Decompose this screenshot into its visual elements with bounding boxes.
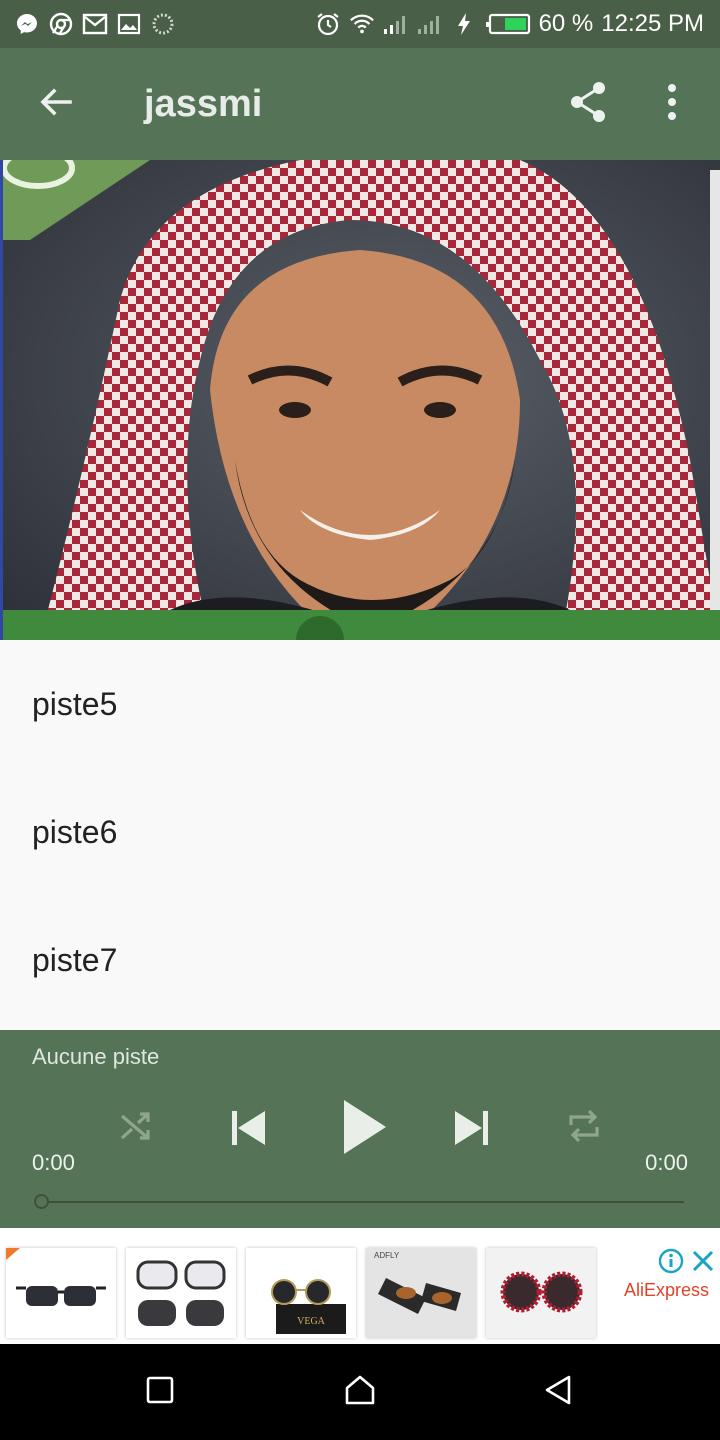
track-list: piste5 piste6 piste7	[0, 640, 720, 1030]
ad-product-image[interactable]	[486, 1248, 596, 1338]
next-icon	[452, 1108, 492, 1153]
list-item[interactable]: piste7	[0, 896, 720, 1024]
back-button[interactable]	[28, 76, 84, 132]
repeat-icon	[565, 1107, 603, 1150]
track-title: piste6	[32, 813, 118, 850]
ad-thumb-label: ADFLY	[374, 1251, 400, 1260]
ad-banner[interactable]: VEGA ADFLY AliExpress	[0, 1228, 720, 1344]
signal-icon-2	[417, 11, 443, 37]
shuffle-button[interactable]	[112, 1104, 160, 1152]
chrome-icon	[48, 11, 74, 37]
messenger-icon	[14, 11, 40, 37]
recents-icon	[145, 1375, 175, 1410]
loading-icon	[150, 11, 176, 37]
charging-icon	[451, 11, 477, 37]
recents-button[interactable]	[136, 1368, 184, 1416]
app-toolbar: jassmi	[0, 48, 720, 160]
previous-button[interactable]	[222, 1104, 274, 1156]
more-vert-icon	[666, 82, 678, 127]
ad-thumb-label: VEGA	[297, 1316, 326, 1327]
ad-product-image[interactable]	[6, 1248, 116, 1338]
home-button[interactable]	[336, 1368, 384, 1416]
status-time: 12:25 PM	[601, 10, 704, 37]
track-title: piste5	[32, 685, 118, 722]
list-item[interactable]: piste6	[0, 768, 720, 896]
battery-percent: 60 %	[538, 10, 594, 37]
ad-close-icon[interactable]	[690, 1248, 716, 1274]
alarm-icon	[315, 11, 341, 37]
shuffle-icon	[118, 1108, 154, 1149]
battery-icon	[485, 11, 531, 37]
now-playing-label: Aucune piste	[32, 1044, 160, 1069]
current-time: 0:00	[32, 1150, 75, 1175]
total-time: 0:00	[645, 1150, 688, 1175]
home-icon	[344, 1374, 376, 1411]
ad-product-image[interactable]: ADFLY	[366, 1248, 476, 1338]
image-icon	[116, 11, 142, 37]
share-icon	[568, 80, 608, 129]
nav-back-button[interactable]	[534, 1368, 582, 1416]
play-icon	[340, 1098, 388, 1161]
more-options-button[interactable]	[644, 76, 700, 132]
ad-product-image[interactable]: VEGA	[246, 1248, 356, 1338]
seek-track	[48, 1201, 684, 1203]
ad-brand-label[interactable]: AliExpress	[624, 1280, 709, 1301]
status-bar: 60 % 12:25 PM	[0, 0, 720, 48]
repeat-button[interactable]	[560, 1104, 608, 1152]
previous-icon	[228, 1108, 268, 1153]
wifi-icon	[349, 11, 375, 37]
ad-product-image[interactable]	[126, 1248, 236, 1338]
arrow-back-icon	[38, 84, 74, 125]
signal-icon	[383, 11, 409, 37]
track-title: piste7	[32, 941, 118, 978]
player-panel: Aucune piste 0:00 0:00	[0, 1030, 720, 1228]
seek-bar[interactable]	[34, 1194, 684, 1210]
next-button[interactable]	[446, 1104, 498, 1156]
play-button[interactable]	[334, 1096, 394, 1162]
page-title: jassmi	[144, 82, 263, 125]
share-button[interactable]	[560, 76, 616, 132]
system-nav-bar	[0, 1344, 720, 1440]
ad-info-icon[interactable]	[658, 1248, 684, 1274]
album-artwork	[0, 160, 720, 640]
seek-thumb[interactable]	[34, 1194, 49, 1209]
gmail-icon	[82, 11, 108, 37]
list-item[interactable]: piste5	[0, 640, 720, 768]
back-icon	[543, 1374, 573, 1411]
